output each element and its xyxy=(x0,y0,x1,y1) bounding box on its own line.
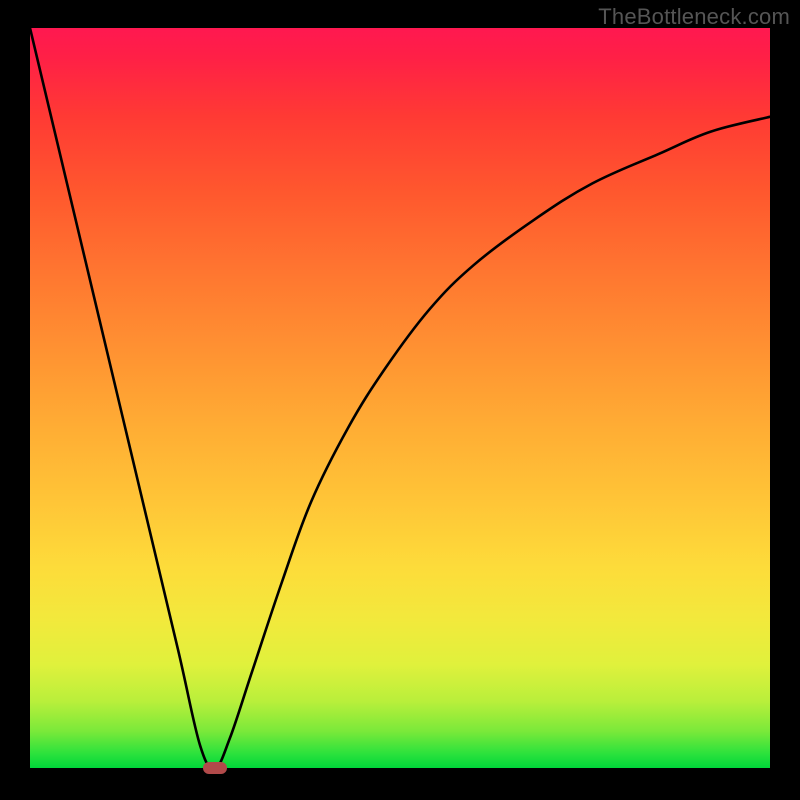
chart-frame: TheBottleneck.com xyxy=(0,0,800,800)
bottleneck-curve xyxy=(30,28,770,768)
plot-area xyxy=(30,28,770,768)
minimum-marker xyxy=(203,762,227,774)
watermark-text: TheBottleneck.com xyxy=(598,4,790,30)
curve-svg xyxy=(30,28,770,768)
